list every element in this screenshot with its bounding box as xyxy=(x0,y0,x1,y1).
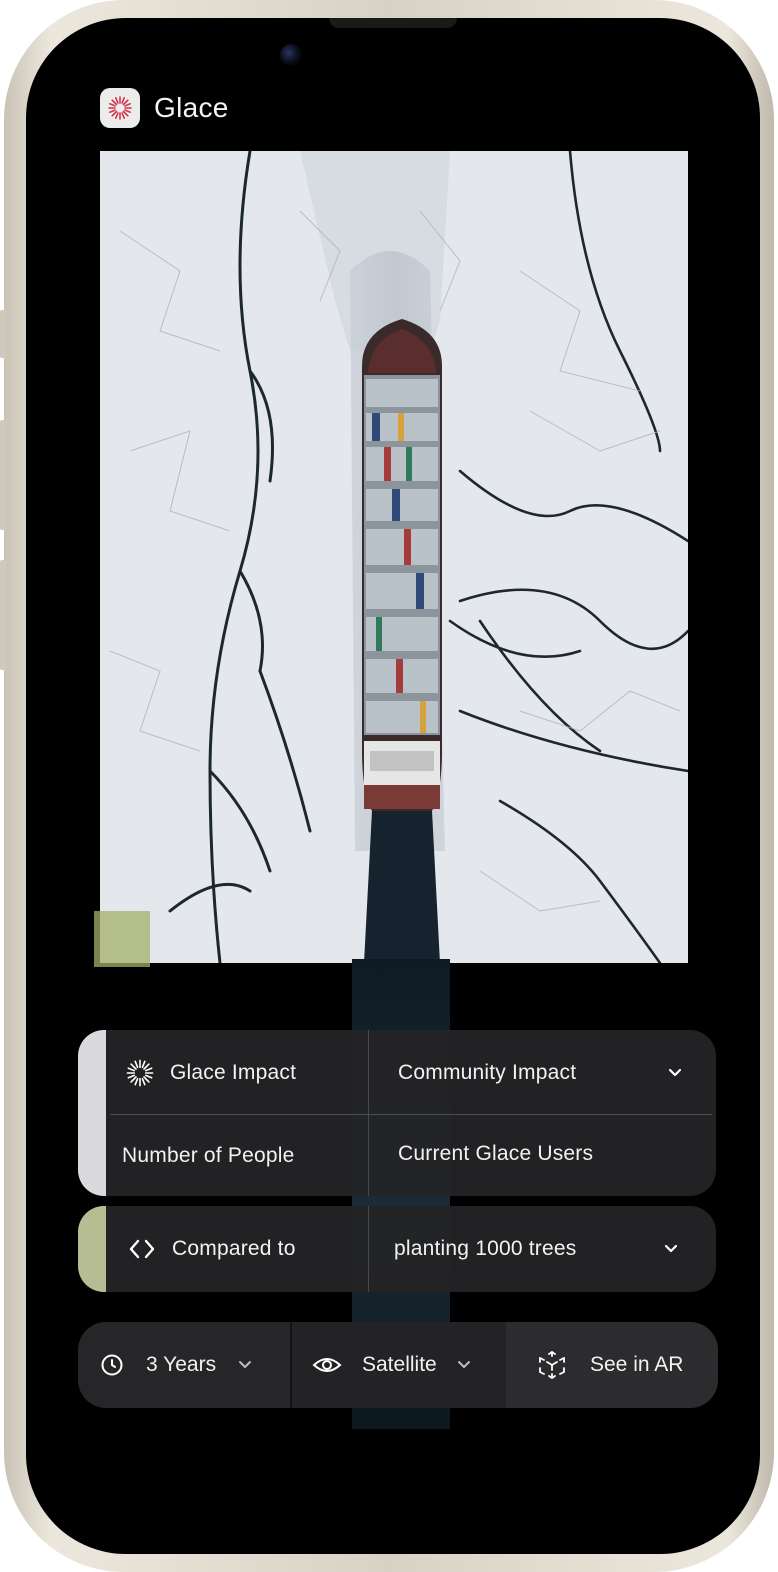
app-title: Glace xyxy=(154,92,229,123)
column-divider xyxy=(368,1030,369,1196)
community-impact-value: Community Impact xyxy=(398,1061,577,1084)
view-mode-label: Satellite xyxy=(362,1353,437,1376)
clock-icon xyxy=(101,1354,123,1376)
panel-accent-bar xyxy=(78,1206,106,1292)
code-brackets-icon xyxy=(129,1239,155,1259)
current-users-text: Current Glace Users xyxy=(398,1142,594,1165)
chevron-down-icon xyxy=(239,1361,252,1368)
compared-to-text: Compared to xyxy=(172,1237,296,1260)
impact-type-label[interactable]: Glace Impact xyxy=(124,1030,296,1116)
sunburst-icon xyxy=(108,96,132,120)
volume-up-button xyxy=(0,420,6,530)
speaker-notch xyxy=(329,18,457,28)
mute-switch xyxy=(0,310,6,358)
view-mode-dropdown[interactable]: Satellite xyxy=(292,1322,506,1408)
impact-panel: Glace Impact Community Impact Number of … xyxy=(78,1030,716,1196)
bottom-toolbar: 3 Years Satellite See in AR xyxy=(78,1322,718,1408)
column-divider xyxy=(368,1206,369,1292)
app-logo[interactable] xyxy=(100,88,140,128)
chevron-down-icon xyxy=(668,1068,682,1077)
comparison-dropdown[interactable]: planting 1000 trees xyxy=(394,1206,716,1292)
ice-ship-illustration xyxy=(100,151,688,963)
number-of-people-text: Number of People xyxy=(122,1144,295,1167)
panel-accent-bar xyxy=(78,1030,106,1196)
location-marker[interactable] xyxy=(94,911,150,967)
satellite-image[interactable] xyxy=(100,151,688,963)
ar-cube-icon xyxy=(539,1351,565,1379)
eye-icon xyxy=(312,1358,342,1372)
compare-panel: Compared to planting 1000 trees xyxy=(78,1206,716,1292)
screen: Glace Glace Impact Community Impact Numb… xyxy=(26,18,760,1554)
impact-type-text: Glace Impact xyxy=(170,1061,297,1084)
phone-frame: Glace Glace Impact Community Impact Numb… xyxy=(0,0,774,1572)
sunburst-icon xyxy=(126,1059,154,1087)
comparison-value: planting 1000 trees xyxy=(394,1237,577,1260)
chevron-down-icon xyxy=(457,1361,470,1368)
timeframe-dropdown[interactable]: 3 Years xyxy=(78,1322,290,1408)
current-users-value[interactable]: Current Glace Users xyxy=(398,1114,593,1194)
see-in-ar-button[interactable]: See in AR xyxy=(506,1322,718,1408)
number-of-people-label: Number of People xyxy=(122,1116,294,1196)
app-header: Glace xyxy=(100,88,229,128)
chevron-down-icon xyxy=(664,1244,678,1253)
volume-down-button xyxy=(0,560,6,670)
container-ship xyxy=(362,319,442,811)
see-in-ar-label: See in AR xyxy=(590,1353,684,1376)
timeframe-label: 3 Years xyxy=(146,1353,217,1376)
front-camera xyxy=(280,44,302,66)
community-impact-dropdown[interactable]: Community Impact xyxy=(398,1030,716,1116)
compared-to-label: Compared to xyxy=(128,1206,296,1292)
